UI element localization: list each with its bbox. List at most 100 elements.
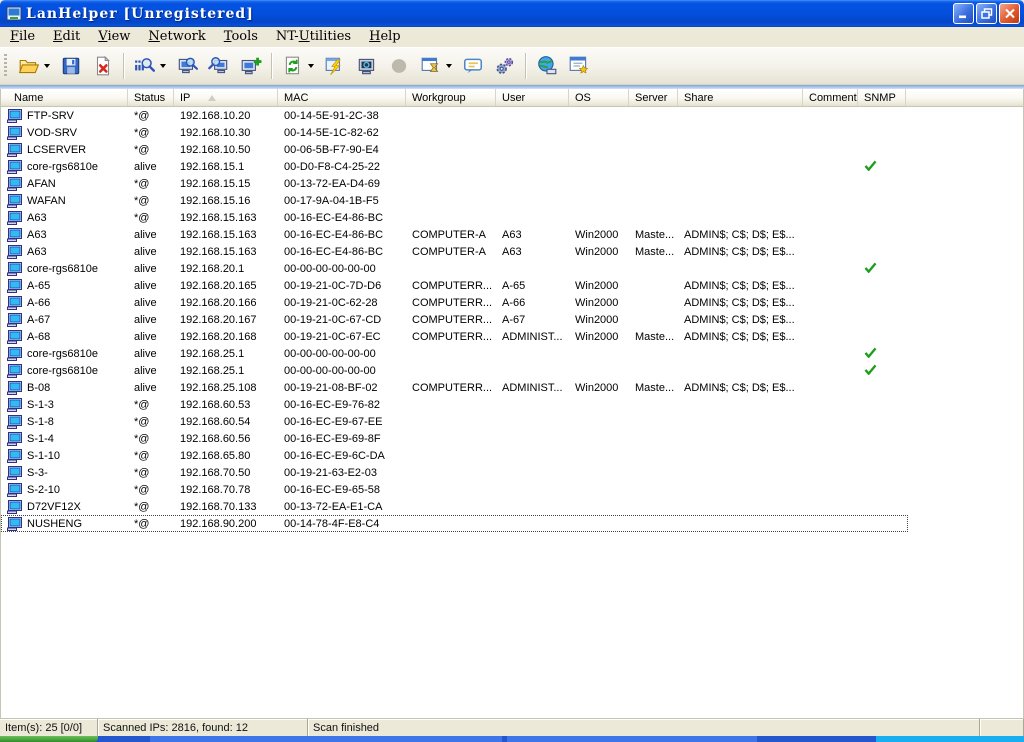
menu-item-nt-utilities[interactable]: NT-Utilities <box>267 28 360 46</box>
table-row[interactable]: core-rgs6810e alive 192.168.25.1 00-00-00-0… <box>1 362 908 379</box>
table-row[interactable]: A-66 alive 192.168.20.166 00-19-21-0C-62-28… <box>1 294 908 311</box>
table-row[interactable]: A63 alive 192.168.15.163 00-16-EC-E4-86-BC C… <box>1 243 908 260</box>
column-header-os[interactable]: OS <box>569 89 629 106</box>
cell-snmp <box>858 430 906 447</box>
toolbar-button-scan-ip[interactable] <box>172 51 202 81</box>
dropdown-arrow-icon[interactable] <box>44 64 50 68</box>
dropdown-arrow-icon[interactable] <box>160 64 166 68</box>
scan-workgroup-icon <box>208 55 230 77</box>
machine-name: A63 <box>27 245 47 258</box>
table-row[interactable]: core-rgs6810e alive 192.168.20.1 00-00-00-0… <box>1 260 908 277</box>
table-row[interactable]: FTP-SRV *@ 192.168.10.20 00-14-5E-91-2C-38 <box>1 107 908 124</box>
menu-item-edit[interactable]: Edit <box>44 28 89 46</box>
cell-server <box>629 158 678 175</box>
column-header-workgroup[interactable]: Workgroup <box>406 89 496 106</box>
start-button[interactable] <box>0 736 98 742</box>
column-header-server[interactable]: Server <box>629 89 678 106</box>
cell-share <box>678 260 803 277</box>
cell-comment <box>803 226 858 243</box>
cell-server <box>629 362 678 379</box>
cell-ip: 192.168.15.15 <box>180 177 251 190</box>
menu-item-help[interactable]: Help <box>360 28 410 46</box>
table-row[interactable]: A-67 alive 192.168.20.167 00-19-21-0C-67-CD… <box>1 311 908 328</box>
cell-snmp <box>858 464 906 481</box>
cell-comment <box>803 124 858 141</box>
task-button[interactable] <box>150 736 502 742</box>
table-row[interactable]: AFAN *@ 192.168.15.15 00-13-72-EA-D4-69 <box>1 175 908 192</box>
column-header-comment[interactable]: Comment <box>803 89 858 106</box>
table-row[interactable]: B-08 alive 192.168.25.108 00-19-21-08-BF-02… <box>1 379 908 396</box>
computer-icon <box>7 295 23 310</box>
column-header-snmp[interactable]: SNMP <box>858 89 906 106</box>
table-row[interactable]: A-65 alive 192.168.20.165 00-19-21-0C-7D-D6… <box>1 277 908 294</box>
table-row[interactable]: S-3- *@ 192.168.70.50 00-19-21-63-E2-03 <box>1 464 908 481</box>
cell-os <box>569 481 629 498</box>
toolbar-button-delete[interactable] <box>88 51 118 81</box>
cell-mac: 00-D0-F8-C4-25-22 <box>284 160 380 173</box>
toolbar-button-send-message[interactable] <box>458 51 488 81</box>
table-row[interactable]: A63 alive 192.168.15.163 00-16-EC-E4-86-BC C… <box>1 226 908 243</box>
cell-comment <box>803 464 858 481</box>
menu-item-view[interactable]: View <box>89 28 139 46</box>
toolbar-button-open[interactable] <box>14 51 54 81</box>
dropdown-arrow-icon[interactable] <box>446 64 452 68</box>
machine-name: core-rgs6810e <box>27 262 98 275</box>
column-header-name[interactable]: Name <box>1 89 128 106</box>
table-row[interactable]: NUSHENG *@ 192.168.90.200 00-14-78-4F-E8-C4 <box>1 515 908 532</box>
task-button[interactable] <box>507 736 757 742</box>
table-row[interactable]: core-rgs6810e alive 192.168.15.1 00-D0-F8-C… <box>1 158 908 175</box>
close-button[interactable] <box>999 3 1020 24</box>
cell-os <box>569 107 629 124</box>
column-header-status[interactable]: Status <box>128 89 174 106</box>
table-row[interactable]: S-1-3 *@ 192.168.60.53 00-16-EC-E9-76-82 <box>1 396 908 413</box>
column-header-user[interactable]: User <box>496 89 569 106</box>
toolbar-button-scan-lan[interactable] <box>130 51 170 81</box>
table-row[interactable]: S-2-10 *@ 192.168.70.78 00-16-EC-E9-65-58 <box>1 481 908 498</box>
restore-button[interactable] <box>976 3 997 24</box>
cell-status: *@ <box>134 500 150 513</box>
table-row[interactable]: LCSERVER *@ 192.168.10.50 00-06-5B-F7-90-E4 <box>1 141 908 158</box>
toolbar-button-schedule[interactable] <box>416 51 456 81</box>
cell-mac: 00-06-5B-F7-90-E4 <box>284 143 379 156</box>
toolbar-button-website[interactable] <box>532 51 562 81</box>
menu-item-network[interactable]: Network <box>139 28 214 46</box>
toolbar-button-remote-shutdown[interactable] <box>352 51 382 81</box>
cell-server: Maste... <box>635 330 675 343</box>
dropdown-arrow-icon[interactable] <box>308 64 314 68</box>
cell-snmp <box>858 192 906 209</box>
toolbar-button-wake-on-lan[interactable] <box>320 51 350 81</box>
table-row[interactable]: S-1-8 *@ 192.168.60.54 00-16-EC-E9-67-EE <box>1 413 908 430</box>
computer-icon <box>7 210 23 225</box>
cell-comment <box>803 345 858 362</box>
menu-item-file[interactable]: File <box>1 28 44 46</box>
toolbar-button-save[interactable] <box>56 51 86 81</box>
table-row[interactable]: A63 *@ 192.168.15.163 00-16-EC-E4-86-BC <box>1 209 908 226</box>
toolbar-button-settings[interactable] <box>490 51 520 81</box>
toolbar-grip[interactable] <box>4 54 7 78</box>
toolbar-button-register[interactable] <box>564 51 594 81</box>
minimize-button[interactable] <box>953 3 974 24</box>
toolbar-button-add-computer[interactable] <box>236 51 266 81</box>
cell-workgroup <box>406 192 496 209</box>
table-row[interactable]: S-1-4 *@ 192.168.60.56 00-16-EC-E9-69-8F <box>1 430 908 447</box>
machine-list: Name Status IP MAC Workgroup User OS Server Shar… <box>0 89 1024 718</box>
cell-mac: 00-16-EC-E9-65-58 <box>284 483 380 496</box>
toolbar-button-scan-workgroup[interactable] <box>204 51 234 81</box>
computer-icon <box>7 329 23 344</box>
titlebar[interactable]: LanHelper [Unregistered] <box>0 0 1024 27</box>
column-header-ip[interactable]: IP <box>174 89 278 106</box>
cell-status: *@ <box>134 177 150 190</box>
table-row[interactable]: A-68 alive 192.168.20.168 00-19-21-0C-67-EC… <box>1 328 908 345</box>
cell-snmp <box>858 175 906 192</box>
menu-item-tools[interactable]: Tools <box>215 28 267 46</box>
table-row[interactable]: core-rgs6810e alive 192.168.25.1 00-00-00-0… <box>1 345 908 362</box>
table-row[interactable]: S-1-10 *@ 192.168.65.80 00-16-EC-E9-6C-DA <box>1 447 908 464</box>
column-header-mac[interactable]: MAC <box>278 89 406 106</box>
table-row[interactable]: VOD-SRV *@ 192.168.10.30 00-14-5E-1C-82-62 <box>1 124 908 141</box>
column-header-share[interactable]: Share <box>678 89 803 106</box>
table-row[interactable]: WAFAN *@ 192.168.15.16 00-17-9A-04-1B-F5 <box>1 192 908 209</box>
cell-share: ADMIN$; C$; D$; E$... <box>684 279 795 292</box>
toolbar-button-refresh[interactable] <box>278 51 318 81</box>
table-row[interactable]: D72VF12X *@ 192.168.70.133 00-13-72-EA-E1-C… <box>1 498 908 515</box>
cell-name: S-1-10 <box>1 447 128 464</box>
